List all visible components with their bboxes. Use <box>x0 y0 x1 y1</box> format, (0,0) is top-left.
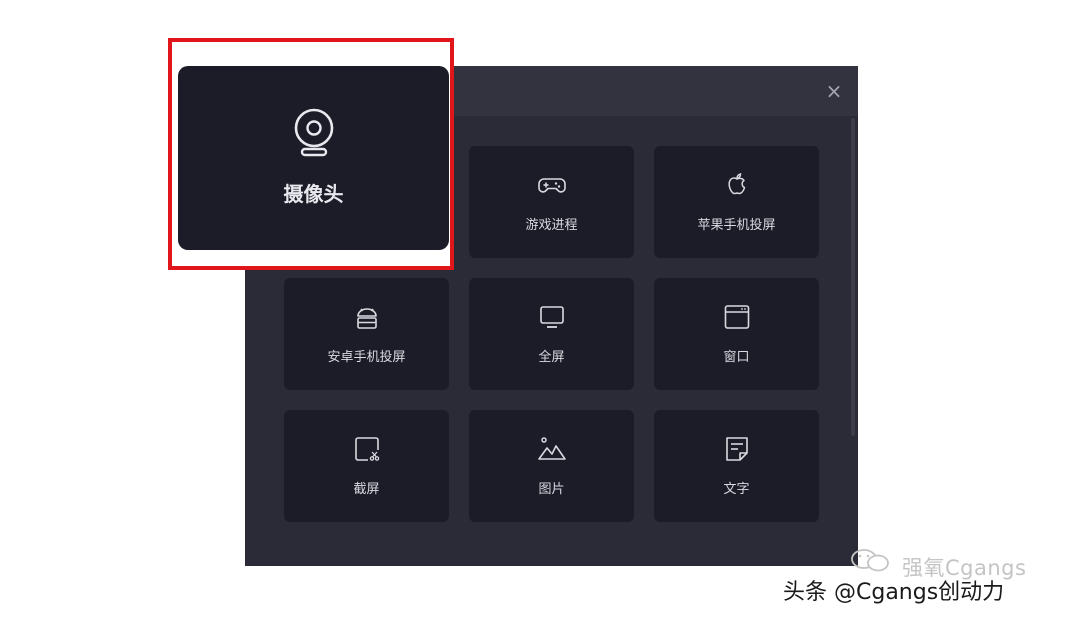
screenshot-icon <box>354 437 379 461</box>
tile-label: 摄像头 <box>283 182 344 206</box>
tile-text[interactable]: 文字 <box>654 410 819 522</box>
android-icon <box>356 308 377 329</box>
tile-window[interactable]: 窗口 <box>654 278 819 390</box>
tile-label: 截屏 <box>353 482 380 497</box>
wechat-logo-icon <box>851 549 889 572</box>
tile-screenshot[interactable]: 截屏 <box>284 410 449 522</box>
image-icon <box>537 437 566 460</box>
tile-label: 图片 <box>538 482 565 497</box>
text-document-icon <box>725 437 748 461</box>
monitor-icon <box>539 306 564 328</box>
tile-label: 苹果手机投屏 <box>697 218 776 233</box>
scrollbar[interactable] <box>851 118 855 436</box>
window-icon <box>724 305 749 329</box>
tile-label: 游戏进程 <box>525 218 578 233</box>
tile-label: 安卓手机投屏 <box>327 350 406 365</box>
tile-label: 窗口 <box>723 350 750 365</box>
tile-image[interactable]: 图片 <box>469 410 634 522</box>
gamepad-icon <box>537 178 566 193</box>
tile-game-process[interactable]: 游戏进程 <box>469 146 634 258</box>
tile-android-cast[interactable]: 安卓手机投屏 <box>284 278 449 390</box>
apple-icon <box>727 173 745 195</box>
tile-label: 文字 <box>723 482 750 497</box>
tile-fullscreen[interactable]: 全屏 <box>469 278 634 390</box>
close-button[interactable]: × <box>822 79 846 103</box>
tile-iphone-cast[interactable]: 苹果手机投屏 <box>654 146 819 258</box>
source-credit: 头条 @Cgangs创动力 <box>783 580 1005 605</box>
tile-camera[interactable]: 摄像头 <box>178 66 449 250</box>
webcam-icon <box>294 108 333 157</box>
highlight-frame: 摄像头 <box>168 38 454 270</box>
tile-label: 全屏 <box>538 350 565 365</box>
